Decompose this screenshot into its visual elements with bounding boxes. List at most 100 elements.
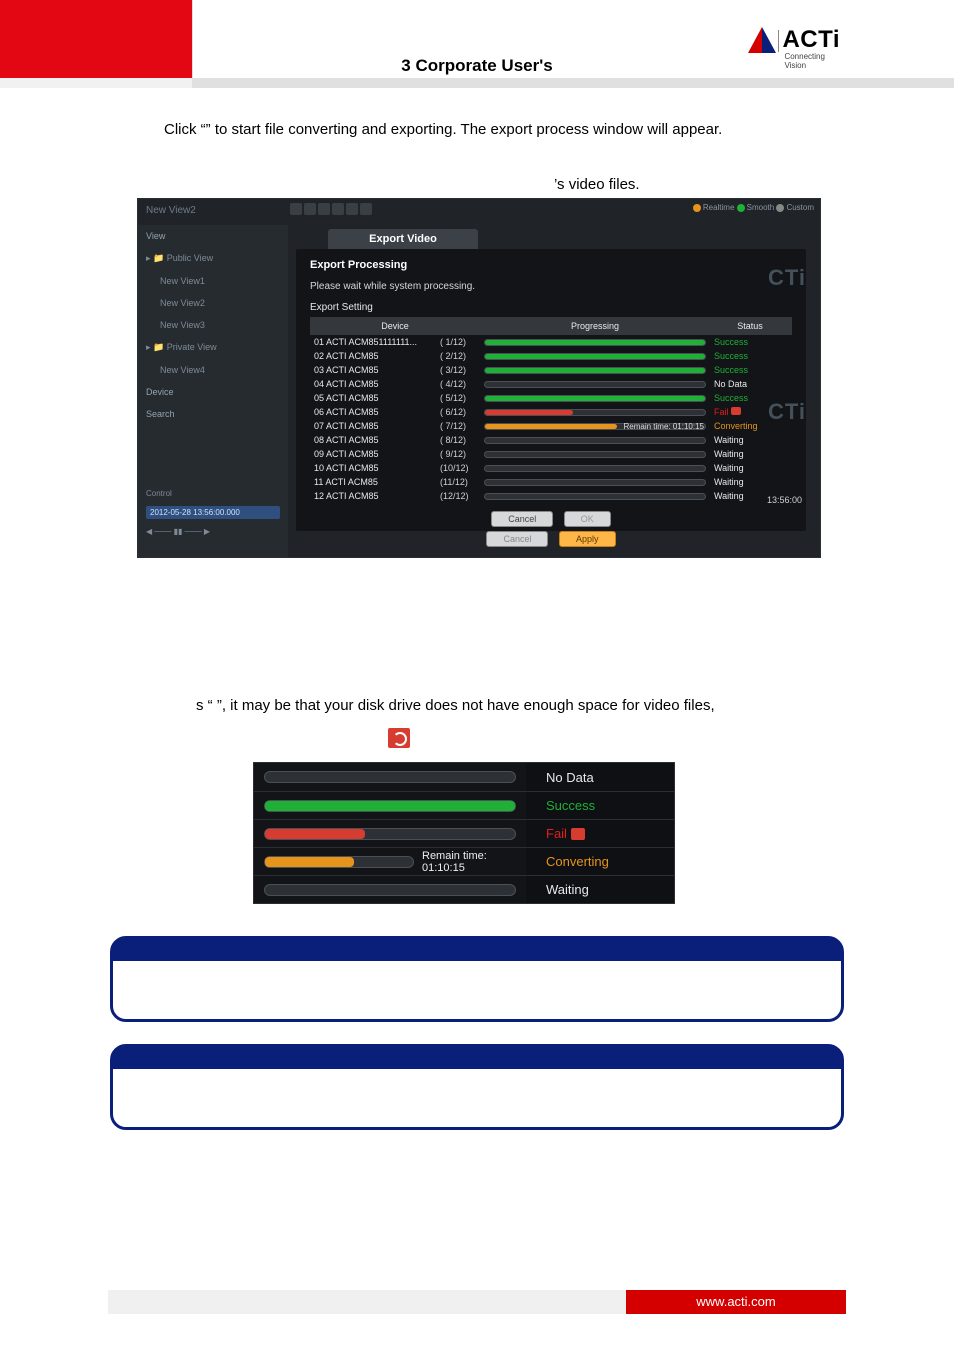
row-count: (12/12) xyxy=(440,491,480,501)
export-row: 04 ACTI ACM85( 4/12)No Data xyxy=(310,377,792,391)
row-progress xyxy=(480,367,710,374)
row-status: Waiting xyxy=(710,477,790,487)
caption-video-files: ’s video files. xyxy=(554,176,640,193)
ok-button[interactable]: OK xyxy=(564,511,611,527)
row-progress xyxy=(480,465,710,472)
layout-icons xyxy=(290,203,372,215)
legend-status: No Data xyxy=(526,763,674,791)
row-device: 01 ACTI ACM851111111... xyxy=(310,337,440,347)
cancel2-button[interactable]: Cancel xyxy=(486,531,548,547)
sidebar-public-view[interactable]: ▸ 📁 Public View xyxy=(138,247,288,270)
row-status: Waiting xyxy=(710,449,790,459)
export-row: 06 ACTI ACM85( 6/12)Fail xyxy=(310,405,792,419)
export-row: 10 ACTI ACM85(10/12)Waiting xyxy=(310,461,792,475)
sidebar-item[interactable]: New View1 xyxy=(138,270,288,292)
legend-row: Fail xyxy=(254,819,674,847)
export-row: 12 ACTI ACM85(12/12)Waiting xyxy=(310,489,792,503)
row-progress xyxy=(480,437,710,444)
playback-controls[interactable]: ◀ ─── ▮▮ ─── ▶ xyxy=(146,527,280,536)
row-device: 09 ACTI ACM85 xyxy=(310,449,440,459)
dialog-buttons: Cancel OK Cancel Apply xyxy=(310,509,792,549)
layout-icon[interactable] xyxy=(346,203,358,215)
sidebar: View ▸ 📁 Public View New View1 New View2… xyxy=(138,225,288,485)
row-status: Waiting xyxy=(710,435,790,445)
export-row: 11 ACTI ACM85(11/12)Waiting xyxy=(310,475,792,489)
row-progress xyxy=(480,451,710,458)
watermark-icon: CTi xyxy=(768,399,806,425)
retry-icon xyxy=(388,728,410,748)
legend-status: Waiting xyxy=(526,876,674,903)
export-panel: Export Processing Please wait while syst… xyxy=(296,249,806,531)
export-rows: 01 ACTI ACM851111111...( 1/12)Success02 … xyxy=(310,335,792,503)
layout-icon[interactable] xyxy=(304,203,316,215)
row-count: ( 3/12) xyxy=(440,365,480,375)
export-row: 01 ACTI ACM851111111...( 1/12)Success xyxy=(310,335,792,349)
row-count: ( 9/12) xyxy=(440,449,480,459)
footer-url[interactable]: www.acti.com xyxy=(626,1290,846,1314)
row-status: Success xyxy=(710,351,790,361)
legend-status: Converting xyxy=(526,848,674,875)
export-screenshot: New View2 Realtime Smooth Custom View ▸ … xyxy=(137,198,821,558)
col-device: Device xyxy=(310,317,480,335)
col-progress: Progressing xyxy=(480,317,710,335)
sidebar-private-view[interactable]: ▸ 📁 Private View xyxy=(138,336,288,359)
timestamp-chip: 2012-05-28 13:56:00.000 xyxy=(146,506,280,519)
row-progress xyxy=(480,479,710,486)
row-device: 10 ACTI ACM85 xyxy=(310,463,440,473)
row-status: Success xyxy=(710,365,790,375)
layout-icon[interactable] xyxy=(290,203,302,215)
paragraph-fail-note: s “ ”, it may be that your disk drive do… xyxy=(196,694,846,718)
row-progress xyxy=(480,395,710,402)
layout-icon[interactable] xyxy=(318,203,330,215)
export-processing-msg: Please wait while system processing. xyxy=(310,281,792,292)
layout-icon[interactable] xyxy=(360,203,372,215)
legend-progress xyxy=(254,800,526,812)
status-legend: No DataSuccessFail Remain time: 01:10:15… xyxy=(253,762,675,904)
row-count: ( 1/12) xyxy=(440,337,480,347)
row-device: 12 ACTI ACM85 xyxy=(310,491,440,501)
row-status: No Data xyxy=(710,379,790,389)
cancel-button[interactable]: Cancel xyxy=(491,511,553,527)
legend-progress xyxy=(254,884,526,896)
row-progress xyxy=(480,409,710,416)
export-row: 08 ACTI ACM85( 8/12)Waiting xyxy=(310,433,792,447)
export-row: 09 ACTI ACM85( 9/12) Waiting xyxy=(310,447,792,461)
export-row: 02 ACTI ACM85( 2/12)Success xyxy=(310,349,792,363)
window-title: New View2 xyxy=(146,205,196,216)
legend-row: Waiting xyxy=(254,875,674,903)
export-row: 03 ACTI ACM85( 3/12)Success xyxy=(310,363,792,377)
layout-icon[interactable] xyxy=(332,203,344,215)
export-row: 07 ACTI ACM85( 7/12)Remain time: 01:10:1… xyxy=(310,419,792,433)
sidebar-view-label: View xyxy=(138,225,288,247)
row-progress xyxy=(480,353,710,360)
apply-button[interactable]: Apply xyxy=(559,531,616,547)
para1-pre: Click “ xyxy=(164,121,206,138)
note-box xyxy=(110,1044,844,1130)
legend-status: Fail xyxy=(526,820,674,847)
col-status: Status xyxy=(710,317,790,335)
watermark-icon: CTi xyxy=(768,265,806,291)
row-count: (10/12) xyxy=(440,463,480,473)
sidebar-item[interactable]: New View4 xyxy=(138,359,288,381)
row-count: ( 7/12) xyxy=(440,421,480,431)
brand-logo: ACTi Connecting Vision xyxy=(748,26,840,54)
legend-progress xyxy=(254,828,526,840)
sidebar-device-label: Device xyxy=(138,381,288,403)
control-label: Control xyxy=(146,489,280,498)
row-device: 06 ACTI ACM85 xyxy=(310,407,440,417)
sidebar-control: Control 2012-05-28 13:56:00.000 ◀ ─── ▮▮… xyxy=(138,485,288,557)
clock-label: 13:56:00 xyxy=(767,495,802,505)
row-device: 02 ACTI ACM85 xyxy=(310,351,440,361)
brand-name: ACTi xyxy=(782,26,840,53)
legend-row: No Data xyxy=(254,763,674,791)
legend-row: Success xyxy=(254,791,674,819)
sidebar-search-label: Search xyxy=(138,403,288,425)
page-header: 3 Corporate User's ACTi Connecting Visio… xyxy=(0,0,954,88)
sidebar-item[interactable]: New View2 xyxy=(138,292,288,314)
sidebar-item[interactable]: New View3 xyxy=(138,314,288,336)
legend-progress: Remain time: 01:10:15 xyxy=(254,850,526,874)
row-device: 07 ACTI ACM85 xyxy=(310,421,440,431)
row-progress xyxy=(480,339,710,346)
row-count: ( 4/12) xyxy=(440,379,480,389)
brand-logo-mark xyxy=(748,27,776,53)
